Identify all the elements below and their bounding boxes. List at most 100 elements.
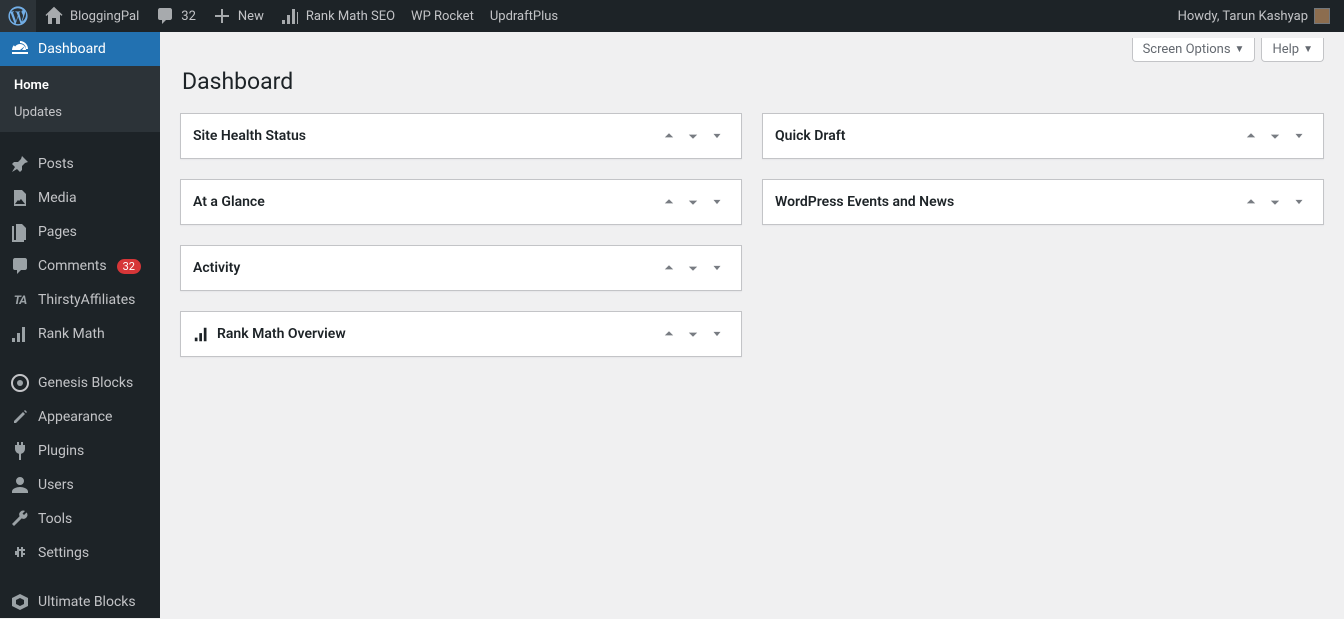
move-down-button[interactable] bbox=[681, 322, 705, 346]
sidebar-item-label: Dashboard bbox=[38, 41, 106, 57]
home-icon bbox=[44, 6, 64, 26]
dashboard-widgets-col-right: Quick Draft WordPress Events and News bbox=[762, 113, 1324, 357]
widget-header[interactable]: Rank Math Overview bbox=[181, 312, 741, 356]
sidebar-subitem-home[interactable]: Home bbox=[0, 72, 160, 99]
sidebar-item-posts[interactable]: Posts bbox=[0, 147, 160, 181]
sidebar-item-rank-math[interactable]: Rank Math bbox=[0, 317, 160, 351]
tools-icon bbox=[10, 509, 30, 529]
sidebar-subitem-updates[interactable]: Updates bbox=[0, 99, 160, 126]
sidebar-item-label: Users bbox=[38, 477, 74, 493]
sidebar-item-label: Appearance bbox=[38, 409, 112, 425]
sidebar-item-comments[interactable]: Comments 32 bbox=[0, 249, 160, 283]
comments-menu[interactable]: 32 bbox=[147, 0, 204, 32]
rank-math-seo-menu[interactable]: Rank Math SEO bbox=[272, 0, 403, 32]
widget-toggle-button[interactable] bbox=[705, 256, 729, 280]
move-up-button[interactable] bbox=[1239, 190, 1263, 214]
sidebar-item-users[interactable]: Users bbox=[0, 468, 160, 502]
menu-separator bbox=[0, 356, 160, 361]
wp-rocket-menu[interactable]: WP Rocket bbox=[403, 0, 482, 32]
chevron-down-icon bbox=[686, 327, 700, 341]
settings-icon bbox=[10, 543, 30, 563]
page-title: Dashboard bbox=[182, 68, 1324, 95]
sidebar-item-pages[interactable]: Pages bbox=[0, 215, 160, 249]
wp-rocket-label: WP Rocket bbox=[411, 9, 474, 24]
admin-toolbar: BloggingPal 32 New Rank Math SEO WP Rock… bbox=[0, 0, 1344, 32]
sidebar-item-genesis-blocks[interactable]: Genesis Blocks bbox=[0, 366, 160, 400]
move-up-button[interactable] bbox=[1239, 124, 1263, 148]
new-content-menu[interactable]: New bbox=[204, 0, 272, 32]
wp-logo-menu[interactable] bbox=[0, 0, 36, 32]
sidebar-item-appearance[interactable]: Appearance bbox=[0, 400, 160, 434]
screen-options-tab[interactable]: Screen Options ▼ bbox=[1132, 38, 1256, 62]
new-content-label: New bbox=[238, 9, 264, 24]
sidebar-item-label: Plugins bbox=[38, 443, 84, 459]
dashboard-widget: Site Health Status bbox=[180, 113, 742, 159]
chevron-down-icon bbox=[686, 261, 700, 275]
widget-header[interactable]: Quick Draft bbox=[763, 114, 1323, 158]
chevron-up-icon bbox=[662, 129, 676, 143]
move-down-button[interactable] bbox=[1263, 124, 1287, 148]
rank-math-icon bbox=[10, 324, 30, 344]
chevron-up-icon bbox=[662, 195, 676, 209]
dashboard-icon bbox=[10, 39, 30, 59]
sidebar-item-label: Pages bbox=[38, 224, 77, 240]
comment-icon bbox=[155, 6, 175, 26]
widget-title: At a Glance bbox=[193, 194, 265, 210]
my-account-menu[interactable]: Howdy, Tarun Kashyap bbox=[1170, 0, 1338, 32]
sidebar-item-dashboard[interactable]: Dashboard bbox=[0, 32, 160, 66]
dashboard-widgets-col-left: Site Health Status At a Glance Activity Ran… bbox=[180, 113, 742, 357]
sidebar-item-media[interactable]: Media bbox=[0, 181, 160, 215]
widget-toggle-button[interactable] bbox=[1287, 124, 1311, 148]
sidebar-item-settings[interactable]: Settings bbox=[0, 536, 160, 570]
caret-down-icon bbox=[1292, 195, 1306, 209]
menu-separator bbox=[0, 575, 160, 580]
move-up-button[interactable] bbox=[657, 190, 681, 214]
move-down-button[interactable] bbox=[681, 190, 705, 214]
widget-toggle-button[interactable] bbox=[705, 124, 729, 148]
sidebar-item-label: Settings bbox=[38, 545, 89, 561]
sidebar-item-plugins[interactable]: Plugins bbox=[0, 434, 160, 468]
dashboard-widget: Activity bbox=[180, 245, 742, 291]
widget-toggle-button[interactable] bbox=[705, 190, 729, 214]
updraftplus-menu[interactable]: UpdraftPlus bbox=[482, 0, 566, 32]
plugins-icon bbox=[10, 441, 30, 461]
sidebar-item-ultimate-blocks[interactable]: Ultimate Blocks bbox=[0, 585, 160, 619]
comments-count-badge: 32 bbox=[117, 259, 141, 274]
widget-title: Site Health Status bbox=[193, 128, 306, 144]
widget-title-wrap: Site Health Status bbox=[193, 128, 657, 144]
widget-toggle-button[interactable] bbox=[705, 322, 729, 346]
caret-down-icon bbox=[710, 261, 724, 275]
updraftplus-label: UpdraftPlus bbox=[490, 9, 558, 24]
main-content: Screen Options ▼ Help ▼ Dashboard Site H… bbox=[160, 32, 1344, 618]
widget-header[interactable]: At a Glance bbox=[181, 180, 741, 224]
avatar bbox=[1314, 8, 1330, 24]
plus-icon bbox=[212, 6, 232, 26]
ultimate-blocks-icon bbox=[10, 592, 30, 612]
help-tab[interactable]: Help ▼ bbox=[1261, 38, 1324, 62]
widget-header[interactable]: Site Health Status bbox=[181, 114, 741, 158]
dashboard-widget: Rank Math Overview bbox=[180, 311, 742, 357]
move-up-button[interactable] bbox=[657, 124, 681, 148]
media-icon bbox=[10, 188, 30, 208]
sidebar-item-label: Rank Math bbox=[38, 326, 105, 342]
widget-header[interactable]: Activity bbox=[181, 246, 741, 290]
admin-toolbar-left: BloggingPal 32 New Rank Math SEO WP Rock… bbox=[0, 0, 566, 32]
caret-down-icon bbox=[710, 195, 724, 209]
move-down-button[interactable] bbox=[681, 124, 705, 148]
sidebar-item-thirstyaffiliates[interactable]: TA ThirstyAffiliates bbox=[0, 283, 160, 317]
site-name-menu[interactable]: BloggingPal bbox=[36, 0, 147, 32]
move-down-button[interactable] bbox=[681, 256, 705, 280]
dashboard-widgets-wrap: Site Health Status At a Glance Activity Ran… bbox=[180, 113, 1324, 357]
move-down-button[interactable] bbox=[1263, 190, 1287, 214]
sidebar-item-tools[interactable]: Tools bbox=[0, 502, 160, 536]
move-up-button[interactable] bbox=[657, 322, 681, 346]
howdy-label: Howdy, Tarun Kashyap bbox=[1178, 9, 1308, 24]
widget-toggle-button[interactable] bbox=[1287, 190, 1311, 214]
page-icon bbox=[10, 222, 30, 242]
widget-title-wrap: WordPress Events and News bbox=[775, 194, 1239, 210]
chevron-up-icon bbox=[662, 327, 676, 341]
sidebar-submenu-dashboard: Home Updates bbox=[0, 66, 160, 132]
widget-header[interactable]: WordPress Events and News bbox=[763, 180, 1323, 224]
help-label: Help bbox=[1272, 42, 1299, 57]
move-up-button[interactable] bbox=[657, 256, 681, 280]
